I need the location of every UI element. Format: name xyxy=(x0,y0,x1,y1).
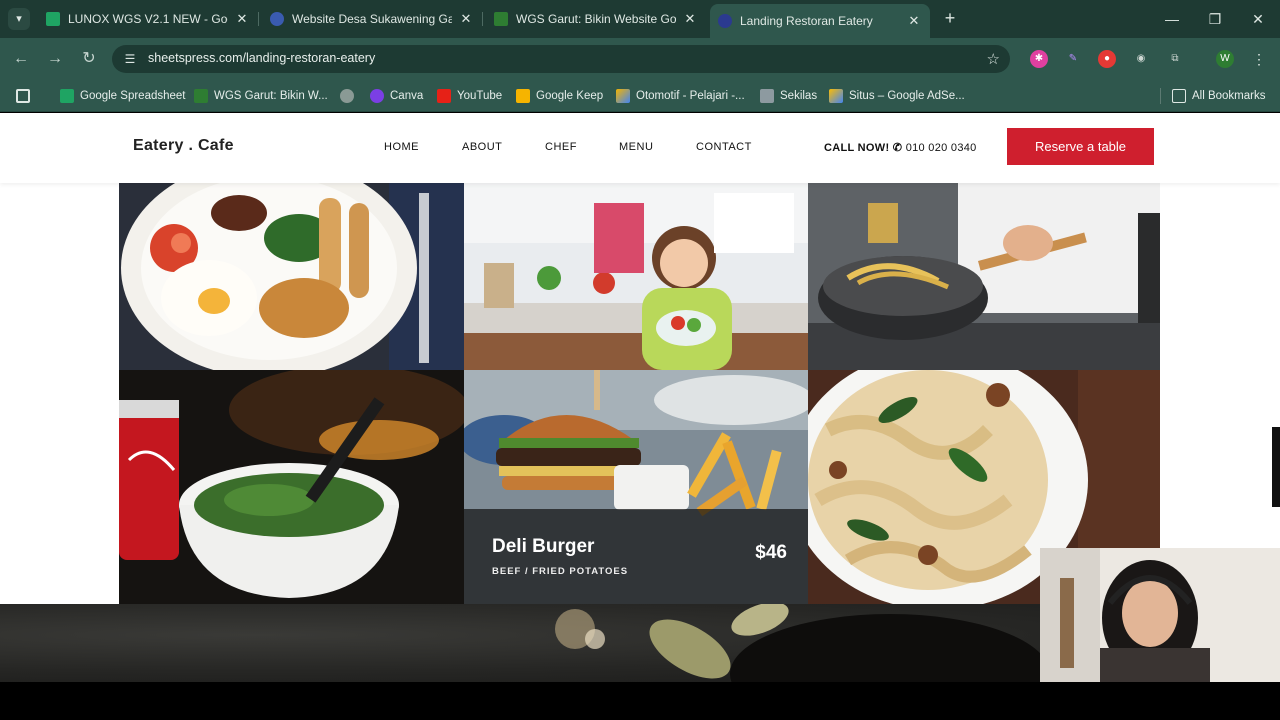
extension-pokeball-icon[interactable]: ● xyxy=(1098,50,1116,68)
back-icon[interactable]: ← xyxy=(10,48,32,70)
bookmark-label: YouTube xyxy=(457,90,503,102)
gallery-image-chef-wok[interactable] xyxy=(808,183,1160,370)
bookmark-wgs-garut[interactable]: WGS Garut: Bikin W... xyxy=(194,87,328,105)
wgs-icon xyxy=(494,12,508,26)
restore-icon[interactable]: ❐ xyxy=(1203,8,1227,30)
call-label: CALL NOW! xyxy=(824,142,890,154)
bookmark-star-icon[interactable]: ☆ xyxy=(987,50,1000,68)
url-text[interactable]: sheetspress.com/landing-restoran-eatery xyxy=(148,51,375,65)
gallery-image-burger[interactable]: Deli Burger BEEF / FRIED POTATOES $46 xyxy=(464,370,808,604)
close-icon[interactable]: ✕ xyxy=(906,13,922,29)
bookmark-label: Sekilas xyxy=(780,90,818,102)
folder-icon xyxy=(1172,89,1186,103)
tab-search-icon[interactable]: ▾ xyxy=(8,8,30,30)
forward-icon[interactable]: → xyxy=(44,48,66,70)
dish-name: Deli Burger xyxy=(492,536,595,557)
site-settings-icon[interactable]: ☰ xyxy=(122,51,138,67)
bookmark-adsense[interactable]: Situs – Google AdSe... xyxy=(829,87,965,105)
bookmark-globe[interactable] xyxy=(340,87,360,105)
nav-about[interactable]: ABOUT xyxy=(462,141,502,153)
bookmark-youtube[interactable]: YouTube xyxy=(437,87,502,105)
tab-title: Landing Restoran Eatery xyxy=(740,14,873,28)
sheets-icon xyxy=(60,89,74,103)
bookmark-divider xyxy=(1160,88,1161,104)
keep-icon xyxy=(516,89,530,103)
gallery-image-breakfast[interactable] xyxy=(119,183,464,370)
close-icon[interactable]: ✕ xyxy=(682,11,698,27)
bookmark-label: All Bookmarks xyxy=(1192,90,1266,102)
site-emblem-icon xyxy=(270,12,284,26)
window-close-icon[interactable]: ✕ xyxy=(1246,8,1270,30)
wgs-icon xyxy=(194,89,208,103)
call-now: CALL NOW! ✆ 010 020 0340 xyxy=(824,141,977,154)
phone-number: 010 020 0340 xyxy=(905,142,977,154)
bookmark-label: Situs – Google AdSe... xyxy=(849,90,965,102)
browser-toolbar: ← → ↻ ☰ sheetspress.com/landing-restoran… xyxy=(0,38,1280,80)
tab-lunox[interactable]: LUNOX WGS V2.1 NEW - Googl ✕ xyxy=(38,5,258,33)
tab-title: WGS Garut: Bikin Website Goog xyxy=(516,12,676,26)
sekilas-icon xyxy=(760,89,774,103)
bookmark-label: Google Spreadsheet xyxy=(80,90,186,102)
nav-contact[interactable]: CONTACT xyxy=(696,141,752,153)
new-tab-icon[interactable]: + xyxy=(940,8,960,30)
otomotif-icon xyxy=(616,89,630,103)
tab-desa-sukawening[interactable]: Website Desa Sukawening Garu ✕ xyxy=(262,5,482,33)
bookmark-sekilas[interactable]: Sekilas xyxy=(760,87,817,105)
reserve-table-button[interactable]: Reserve a table xyxy=(1007,128,1154,165)
close-icon[interactable]: ✕ xyxy=(458,11,474,27)
tab-wgs-garut[interactable]: WGS Garut: Bikin Website Goog ✕ xyxy=(486,5,706,33)
gallery-image-noodle-bowl[interactable] xyxy=(119,370,464,604)
bookmark-google-spreadsheet[interactable]: Google Spreadsheet xyxy=(60,87,186,105)
tab-title: Website Desa Sukawening Garu xyxy=(292,12,452,26)
tab-title: LUNOX WGS V2.1 NEW - Googl xyxy=(68,12,228,26)
site-logo[interactable]: Eatery . Cafe xyxy=(133,137,234,155)
extensions-puzzle-icon[interactable]: ⧉ xyxy=(1166,50,1184,68)
webcam-overlay xyxy=(1040,548,1280,682)
tab-strip: ▾ LUNOX WGS V2.1 NEW - Googl ✕ Website D… xyxy=(0,0,1280,38)
tab-landing-restoran[interactable]: Landing Restoran Eatery ✕ xyxy=(710,4,930,38)
bookmark-canva[interactable]: Canva xyxy=(370,87,423,105)
extension-color-icon[interactable]: ✱ xyxy=(1030,50,1048,68)
phone-icon: ✆ xyxy=(892,142,903,154)
bookmark-label: WGS Garut: Bikin W... xyxy=(214,90,328,102)
address-bar[interactable]: ☰ sheetspress.com/landing-restoran-eater… xyxy=(112,45,1010,73)
youtube-icon xyxy=(437,89,451,103)
bookmark-label: Canva xyxy=(390,90,424,102)
extension-camera-icon[interactable]: ◉ xyxy=(1132,50,1150,68)
site-header: Eatery . Cafe HOME ABOUT CHEF MENU CONTA… xyxy=(0,113,1280,183)
minimize-icon[interactable]: — xyxy=(1160,8,1184,30)
globe-icon xyxy=(340,89,354,103)
bookmark-google-keep[interactable]: Google Keep xyxy=(516,87,603,105)
canva-icon xyxy=(370,89,384,103)
section-divider xyxy=(0,682,1280,720)
nav-menu[interactable]: MENU xyxy=(619,141,653,153)
tab-divider xyxy=(482,12,483,26)
bookmark-otomotif[interactable]: Otomotif - Pelajari -... xyxy=(616,87,745,105)
close-icon[interactable]: ✕ xyxy=(234,11,250,27)
extension-feather-icon[interactable]: ✎ xyxy=(1064,50,1082,68)
sheets-icon xyxy=(46,12,60,26)
all-bookmarks[interactable]: All Bookmarks xyxy=(1172,87,1266,105)
nav-home[interactable]: HOME xyxy=(384,141,419,153)
adsense-icon xyxy=(829,89,843,103)
profile-avatar[interactable]: W xyxy=(1216,50,1234,68)
dish-description: BEEF / FRIED POTATOES xyxy=(492,566,629,577)
bookmarks-bar: Google Spreadsheet WGS Garut: Bikin W...… xyxy=(0,80,1280,112)
nav-chef[interactable]: CHEF xyxy=(545,141,577,153)
menu-kebab-icon[interactable]: ⋮ xyxy=(1250,50,1268,68)
bookmark-label: Otomotif - Pelajari -... xyxy=(636,90,745,102)
featured-dish-overlay: Deli Burger BEEF / FRIED POTATOES $46 xyxy=(464,509,808,604)
bookmark-label: Google Keep xyxy=(536,90,604,102)
dish-price: $46 xyxy=(755,542,787,563)
gallery-image-kitchen-girl[interactable] xyxy=(464,183,808,370)
sheetspress-icon xyxy=(718,14,732,28)
tab-divider xyxy=(258,12,259,26)
page-scrollbar[interactable] xyxy=(1272,427,1280,507)
reload-icon[interactable]: ↻ xyxy=(78,48,100,70)
apps-grid-icon[interactable] xyxy=(16,87,36,105)
apps-icon xyxy=(16,89,30,103)
menu-gallery: Deli Burger BEEF / FRIED POTATOES $46 xyxy=(119,183,1160,604)
